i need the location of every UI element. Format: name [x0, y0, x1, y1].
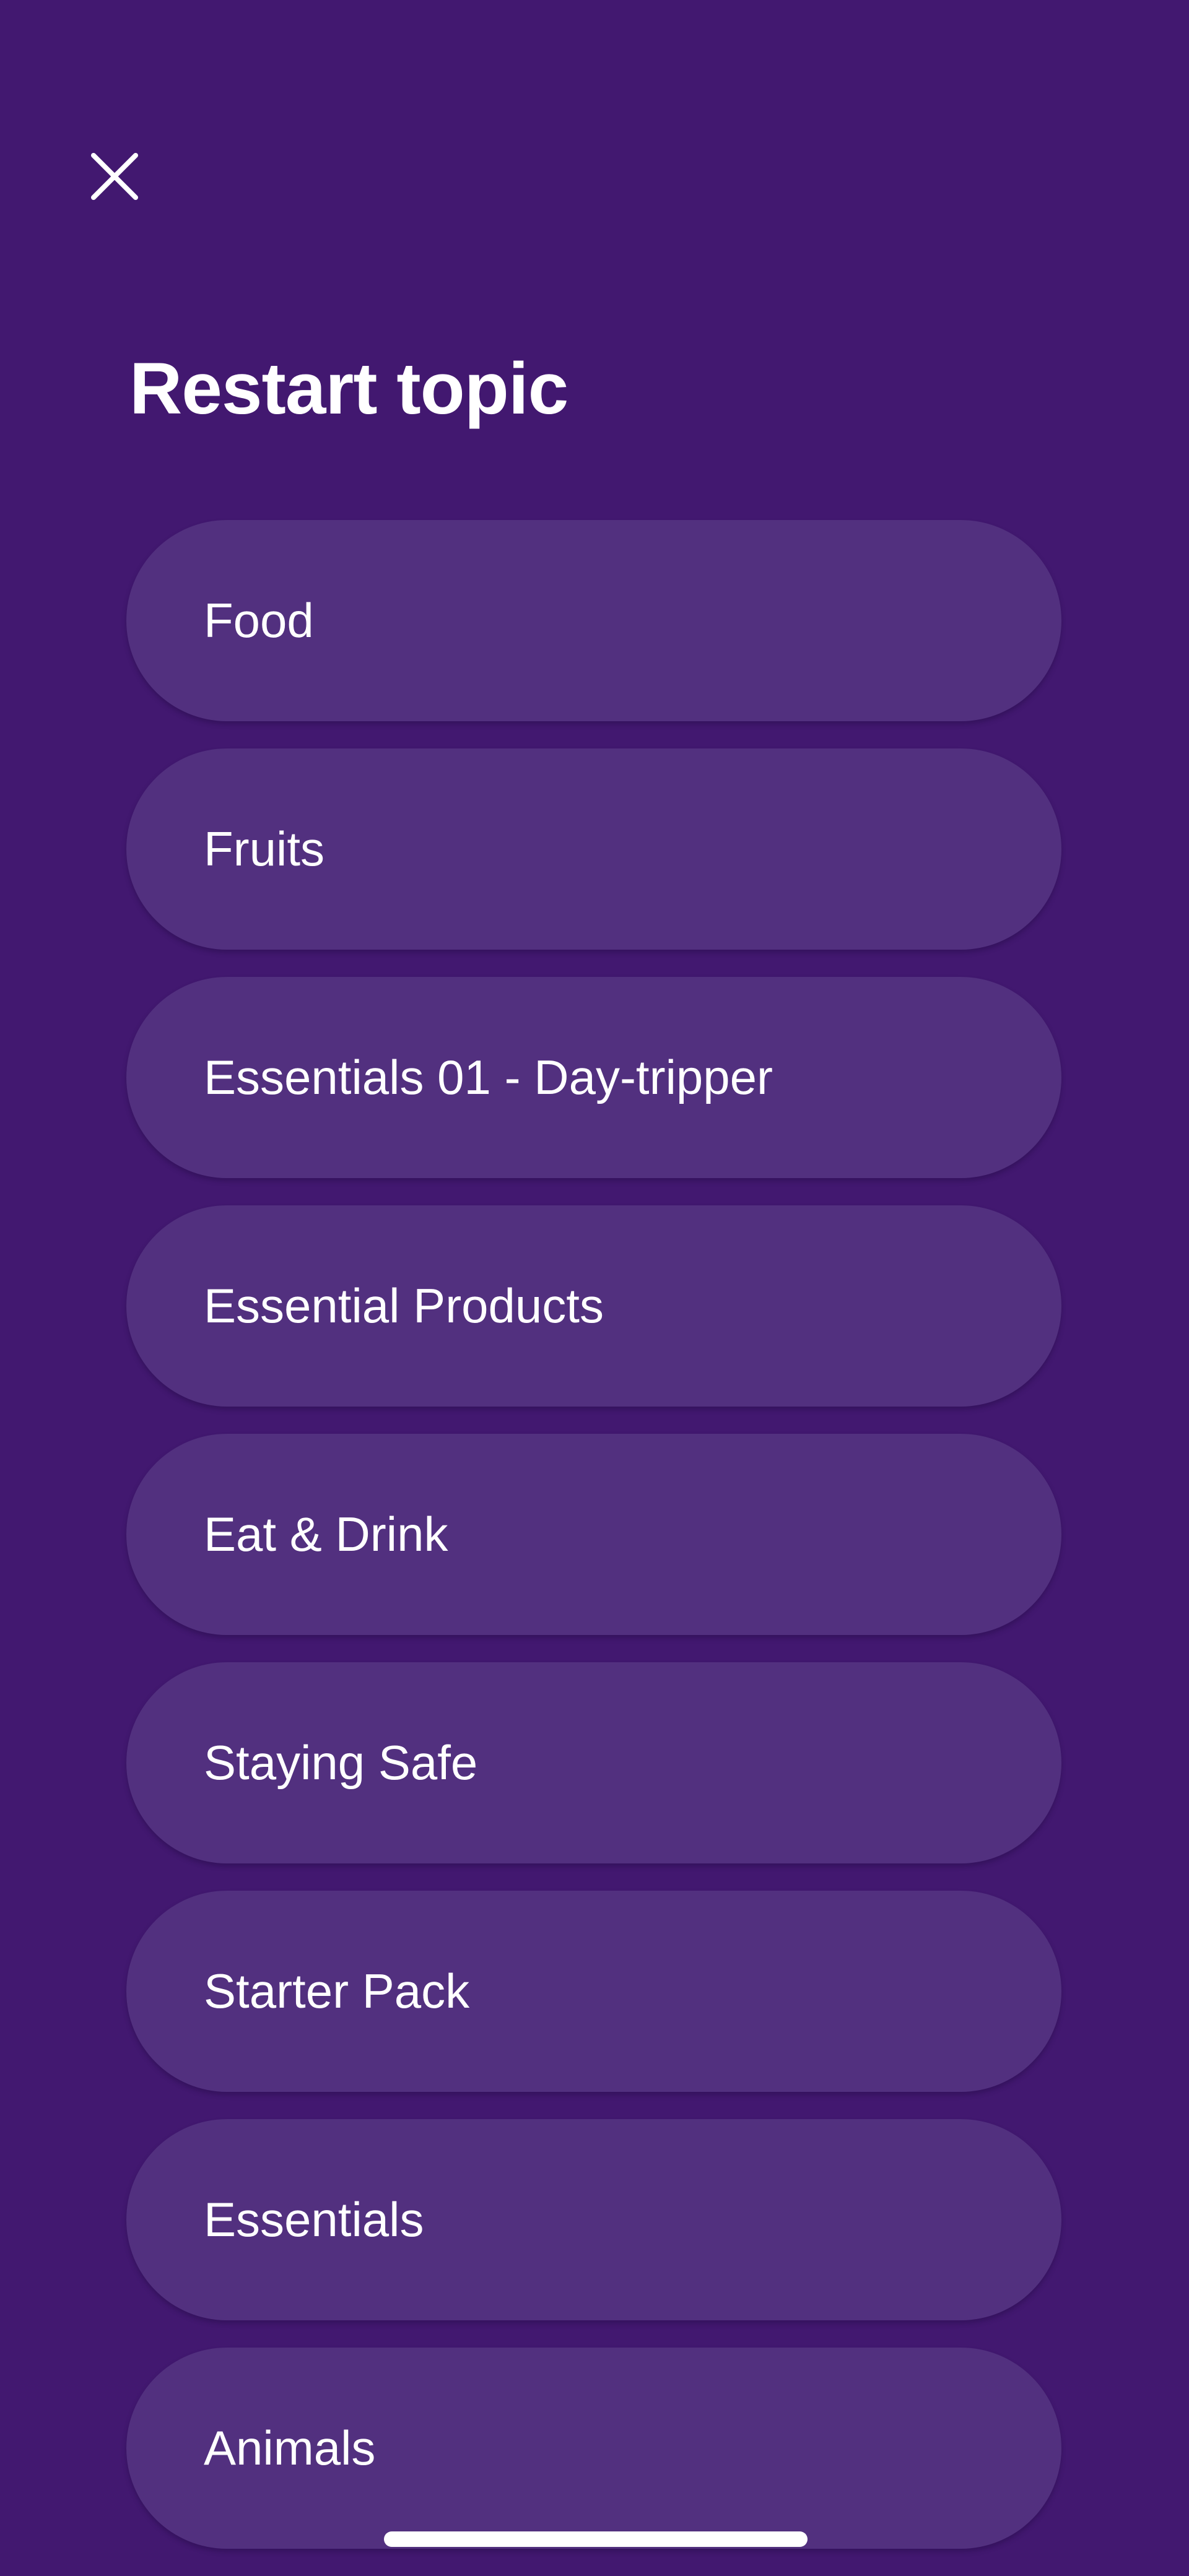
home-indicator[interactable]	[384, 2531, 808, 2547]
topic-label: Essentials	[204, 2192, 424, 2247]
topic-button-essential-products[interactable]: Essential Products	[126, 1205, 1061, 1407]
page-title: Restart topic	[129, 348, 568, 430]
topic-button-starter-pack[interactable]: Starter Pack	[126, 1891, 1061, 2092]
topic-button-essentials[interactable]: Essentials	[126, 2119, 1061, 2320]
topic-label: Fruits	[204, 822, 324, 876]
topic-button-eat-and-drink[interactable]: Eat & Drink	[126, 1434, 1061, 1635]
topic-label: Essentials 01 - Day-tripper	[204, 1050, 773, 1104]
close-button[interactable]	[77, 139, 152, 214]
topic-button-food[interactable]: Food	[126, 520, 1061, 721]
topic-label: Food	[204, 593, 314, 648]
close-icon	[91, 153, 138, 200]
topic-button-animals[interactable]: Animals	[126, 2348, 1061, 2549]
topic-label: Essential Products	[204, 1278, 604, 1333]
topic-button-staying-safe[interactable]: Staying Safe	[126, 1662, 1061, 1863]
topic-label: Starter Pack	[204, 1964, 470, 2018]
topic-label: Staying Safe	[204, 1735, 478, 1790]
topic-label: Eat & Drink	[204, 1507, 448, 1561]
topic-label: Animals	[204, 2421, 376, 2475]
topic-list: Food Fruits Essentials 01 - Day-tripper …	[126, 520, 1061, 2576]
topic-button-essentials-01-day-tripper[interactable]: Essentials 01 - Day-tripper	[126, 977, 1061, 1178]
topic-button-fruits[interactable]: Fruits	[126, 748, 1061, 950]
